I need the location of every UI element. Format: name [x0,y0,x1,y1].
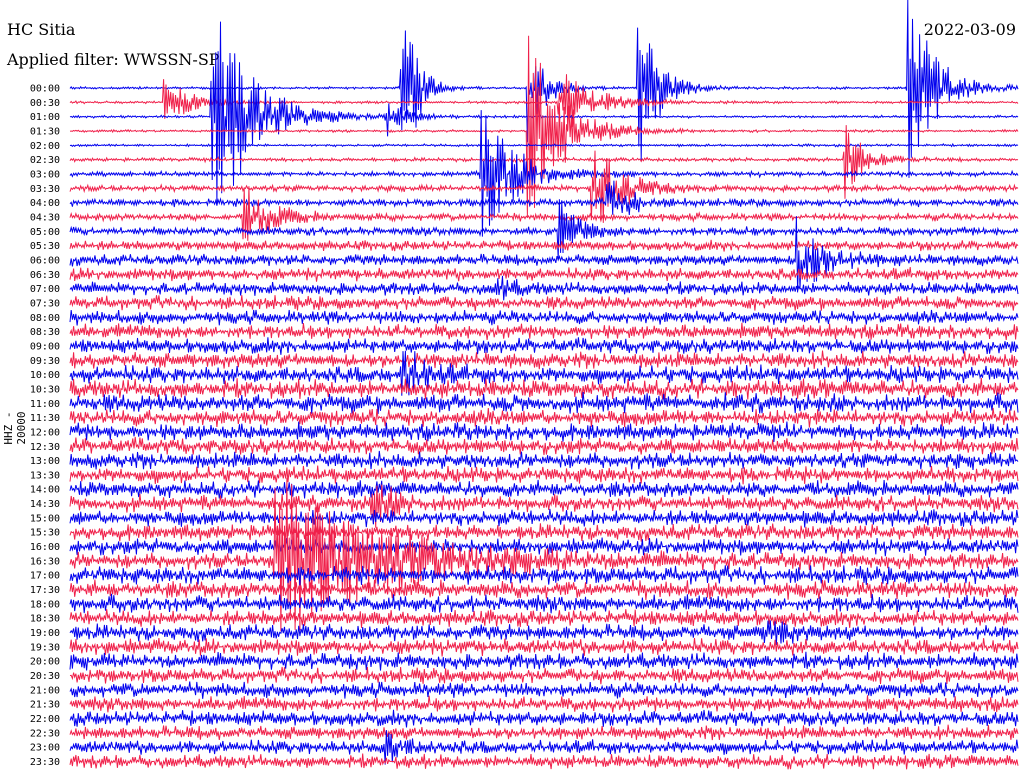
row-time-label: 19:00 [30,628,60,639]
row-time-label: 02:00 [30,141,60,152]
row-time-label: 16:30 [30,556,60,567]
row-time-label: 21:30 [30,700,60,711]
trace-1200 [69,421,1019,443]
trace-1930 [69,637,1019,657]
row-time-label: 08:30 [30,327,60,338]
row-time-label: 06:30 [30,270,60,281]
trace-2230 [69,724,1019,741]
trace-0600 [69,216,1019,293]
trace-1030 [69,378,1019,400]
row-time-label: 05:30 [30,241,60,252]
trace-1230 [69,436,1019,456]
row-time-label: 18:30 [30,614,60,625]
row-time-label: 11:30 [30,413,60,424]
row-time-label: 17:00 [30,571,60,582]
row-time-label: 07:00 [30,284,60,295]
trace-0400 [69,180,1019,216]
trace-1730 [69,579,1019,601]
trace-1500 [69,508,1019,528]
row-time-label: 17:30 [30,585,60,596]
row-time-label: 00:00 [30,84,60,95]
row-time-label: 23:00 [30,743,60,754]
row-time-label: 01:30 [30,126,60,137]
row-time-label: 02:30 [30,155,60,166]
row-time-label: 08:00 [30,313,60,324]
row-time-label: 15:00 [30,513,60,524]
row-time-label: 11:00 [30,399,60,410]
row-time-label: 23:30 [30,757,60,768]
row-time-label: 09:00 [30,341,60,352]
trace-0930 [69,350,1019,370]
trace-0030 [69,74,1019,131]
row-time-label: 15:30 [30,528,60,539]
trace-2130 [69,695,1019,713]
trace-1700 [69,565,1019,586]
trace-1330 [69,465,1019,485]
trace-0830 [69,322,1019,340]
row-time-label: 14:30 [30,499,60,510]
trace-0530 [69,239,1019,252]
trace-0500 [69,199,1019,260]
row-time-label: 13:30 [30,470,60,481]
row-time-label: 04:30 [30,212,60,223]
row-time-label: 03:00 [30,169,60,180]
row-time-label: 21:00 [30,685,60,696]
trace-2030 [69,666,1019,685]
row-time-label: 20:30 [30,671,60,682]
row-time-label: 20:00 [30,657,60,668]
row-time-label: 13:00 [30,456,60,467]
row-time-label: 18:00 [30,599,60,610]
trace-0730 [69,295,1019,311]
trace-2000 [69,651,1019,671]
row-time-label: 01:00 [30,112,60,123]
row-time-label: 10:30 [30,384,60,395]
row-time-label: 05:00 [30,227,60,238]
trace-1800 [69,593,1019,614]
row-time-label: 16:00 [30,542,60,553]
row-time-label: 06:00 [30,255,60,266]
helicorder-plot: 00:00 00:30 01:00 01:30 02:00 02:30 03:00 03:30… [30,0,1019,770]
trace-2330 [69,753,1019,770]
row-time-label: 03:30 [30,184,60,195]
row-time-label: 10:00 [30,370,60,381]
trace-1900 [69,620,1019,646]
row-time-label: 04:00 [30,198,60,209]
trace-0800 [69,309,1019,326]
row-time-label: 22:00 [30,714,60,725]
trace-1130 [69,407,1019,428]
trace-1400 [69,479,1019,499]
row-time-label: 12:30 [30,442,60,453]
trace-2200 [69,709,1019,728]
trace-1100 [69,392,1019,414]
row-time-label: 22:30 [30,728,60,739]
row-time-label: 09:30 [30,356,60,367]
row-time-label: 14:00 [30,485,60,496]
trace-0900 [69,337,1019,355]
trace-1530 [69,522,1019,542]
trace-2100 [69,681,1019,699]
row-time-label: 07:30 [30,298,60,309]
row-time-label: 00:30 [30,98,60,109]
row-time-label: 19:30 [30,642,60,653]
trace-1600 [69,537,1019,557]
row-time-label: 12:00 [30,427,60,438]
trace-0630 [69,267,1019,282]
